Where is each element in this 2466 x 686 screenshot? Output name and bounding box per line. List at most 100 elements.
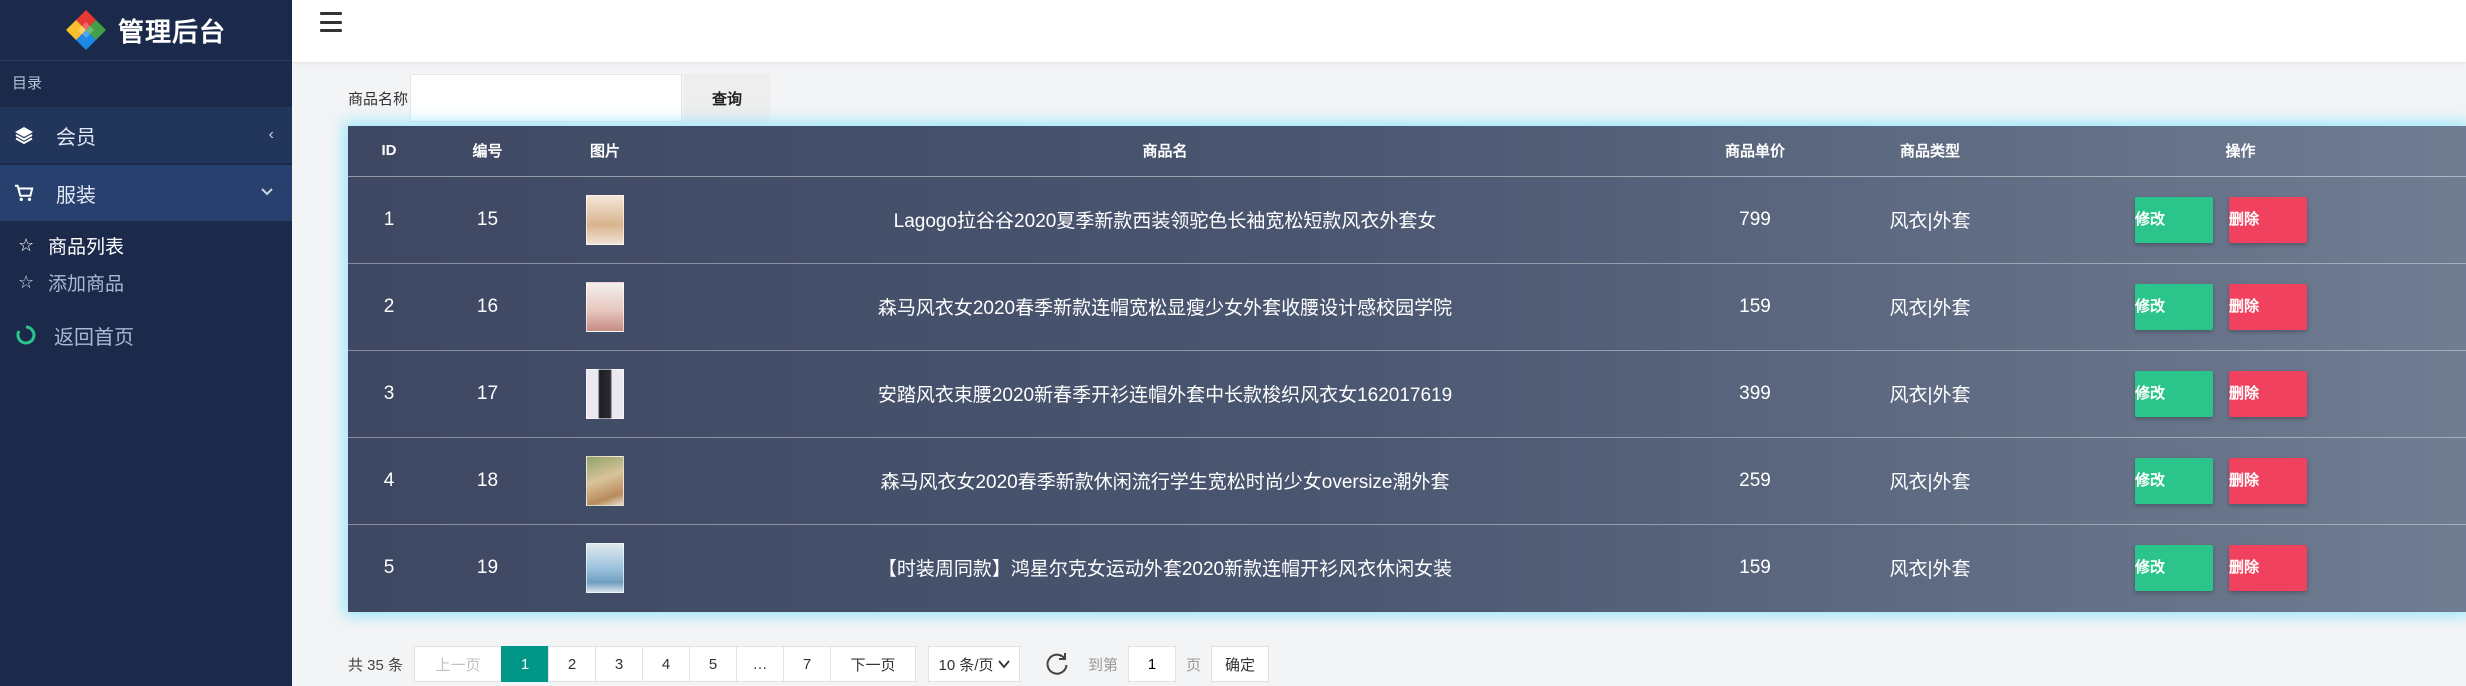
refresh-icon[interactable] — [1042, 649, 1072, 679]
sidebar-item-label: 返回首页 — [54, 326, 134, 349]
prev-page-button[interactable]: 上一页 — [414, 646, 503, 682]
product-thumbnail[interactable] — [586, 455, 624, 506]
search-input[interactable] — [410, 74, 683, 122]
refresh-ring-icon — [16, 325, 36, 345]
total-count: 共 35 条 — [348, 656, 404, 674]
brand-title: 管理后台 — [118, 16, 227, 47]
sidebar-item-label: 服装 — [56, 184, 96, 207]
cell-type: 风衣|外套 — [1889, 211, 1971, 232]
sidebar: 管理后台 目录 会员 ‹ 服装 ☆ 商品列表 ☆ 添加商品 返回首页 — [0, 0, 292, 686]
delete-button[interactable]: 删除 — [2229, 544, 2307, 591]
search-button[interactable]: 查询 — [684, 74, 771, 122]
product-thumbnail[interactable] — [586, 281, 624, 332]
chevron-left-icon: ‹ — [268, 126, 274, 143]
cell-type: 风衣|外套 — [1889, 559, 1971, 581]
table-header-row: ID 编号 图片 商品名 商品单价 商品类型 操作 — [348, 126, 2466, 177]
page-button[interactable]: 4 — [642, 646, 691, 682]
table-row: 1 15 Lagogo拉谷谷2020夏季新款西装领驼色长袖宽松短款风衣外套女 7… — [348, 176, 2466, 263]
cart-icon — [14, 183, 34, 203]
delete-button[interactable]: 删除 — [2229, 457, 2307, 504]
delete-button[interactable]: 删除 — [2229, 370, 2307, 417]
goto-label: 到第 — [1088, 656, 1119, 674]
col-price[interactable]: 商品单价 — [1665, 126, 1845, 177]
col-image[interactable]: 图片 — [545, 126, 665, 177]
confirm-button[interactable]: 确定 — [1211, 646, 1270, 682]
table-row: 5 19 【时装周同款】鸿星尔克女运动外套2020新款连帽开衫风衣休闲女装 15… — [348, 524, 2466, 611]
page-unit-label: 页 — [1186, 656, 1202, 674]
page-button[interactable]: 3 — [595, 646, 644, 682]
goto-page-input[interactable] — [1128, 646, 1177, 682]
brand-logo-icon — [66, 10, 106, 50]
cell-name: 森马风衣女2020春季新款休闲流行学生宽松时尚少女oversize潮外套 — [880, 472, 1450, 493]
col-id[interactable]: ID — [348, 126, 430, 177]
edit-button[interactable]: 修改 — [2135, 196, 2213, 243]
submenu: ☆ 商品列表 ☆ 添加商品 — [0, 221, 292, 301]
cell-no: 19 — [476, 556, 499, 578]
page-button[interactable]: 7 — [783, 646, 832, 682]
per-page-value: 10 条/页 — [938, 656, 994, 674]
search-bar: 商品名称 查询 — [348, 74, 771, 122]
edit-button[interactable]: 修改 — [2135, 457, 2213, 504]
cell-id: 3 — [383, 382, 395, 404]
search-label: 商品名称 — [348, 90, 409, 108]
sidebar-section-label: 目录 — [12, 75, 43, 92]
cell-no: 16 — [476, 295, 499, 317]
cell-no: 17 — [476, 382, 499, 404]
product-thumbnail[interactable] — [586, 194, 624, 245]
cell-id: 4 — [383, 469, 395, 491]
col-name[interactable]: 商品名 — [665, 126, 1665, 177]
edit-button[interactable]: 修改 — [2135, 283, 2213, 330]
sidebar-item-home[interactable]: 返回首页 — [0, 313, 292, 357]
table-row: 2 16 森马风衣女2020春季新款连帽宽松显瘦少女外套收腰设计感校园学院 15… — [348, 263, 2466, 350]
star-outline-icon: ☆ — [18, 272, 35, 292]
sidebar-item-add-product[interactable]: ☆ 添加商品 — [0, 264, 292, 301]
page-ellipsis: … — [736, 646, 785, 682]
cell-no: 15 — [476, 208, 499, 230]
cell-no: 18 — [476, 469, 499, 491]
sidebar-item-clothing[interactable]: 服装 — [0, 165, 292, 221]
layers-icon — [14, 125, 34, 145]
chevron-down-icon — [260, 184, 274, 202]
cell-id: 1 — [383, 208, 395, 230]
delete-button[interactable]: 删除 — [2229, 283, 2307, 330]
topbar — [292, 0, 2466, 62]
product-thumbnail[interactable] — [586, 368, 624, 419]
sidebar-item-label: 商品列表 — [48, 237, 125, 258]
cell-id: 2 — [383, 295, 395, 317]
cell-price: 159 — [1739, 295, 1771, 317]
sidebar-item-product-list[interactable]: ☆ 商品列表 — [0, 227, 292, 264]
star-icon: ☆ — [18, 235, 35, 255]
cell-price: 399 — [1739, 382, 1771, 404]
edit-button[interactable]: 修改 — [2135, 370, 2213, 417]
edit-button[interactable]: 修改 — [2135, 544, 2213, 591]
sidebar-item-label: 添加商品 — [48, 274, 125, 295]
cell-name: Lagogo拉谷谷2020夏季新款西装领驼色长袖宽松短款风衣外套女 — [893, 211, 1437, 232]
product-thumbnail[interactable] — [586, 542, 624, 593]
brand: 管理后台 — [0, 0, 292, 61]
product-table: ID 编号 图片 商品名 商品单价 商品类型 操作 1 15 Lagogo拉谷谷… — [348, 126, 2466, 612]
col-type[interactable]: 商品类型 — [1845, 126, 2015, 177]
menu-toggle-icon[interactable] — [320, 12, 342, 32]
cell-type: 风衣|外套 — [1889, 298, 1971, 319]
cell-id: 5 — [383, 556, 395, 578]
sidebar-item-label: 会员 — [56, 126, 96, 149]
chevron-down-icon — [997, 660, 1010, 669]
table-row: 3 17 安踏风衣束腰2020新春季开衫连帽外套中长款梭织风衣女16201761… — [348, 350, 2466, 437]
delete-button[interactable]: 删除 — [2229, 196, 2307, 243]
cell-name: 森马风衣女2020春季新款连帽宽松显瘦少女外套收腰设计感校园学院 — [877, 298, 1453, 319]
per-page-select[interactable]: 10 条/页 — [928, 646, 1021, 682]
col-no[interactable]: 编号 — [430, 126, 545, 177]
sidebar-item-members[interactable]: 会员 ‹ — [0, 107, 292, 163]
page-button[interactable]: 2 — [548, 646, 597, 682]
pagination: 共 35 条 上一页 1 2 3 4 5 … 7 下一页 10 条/页 到第 页… — [348, 646, 1270, 682]
table-row: 4 18 森马风衣女2020春季新款休闲流行学生宽松时尚少女oversize潮外… — [348, 437, 2466, 524]
cell-type: 风衣|外套 — [1889, 385, 1971, 406]
page-button[interactable]: 1 — [501, 646, 550, 682]
page-button[interactable]: 5 — [689, 646, 738, 682]
cell-price: 799 — [1739, 208, 1771, 230]
cell-type: 风衣|外套 — [1889, 472, 1971, 493]
cell-name: 安踏风衣束腰2020新春季开衫连帽外套中长款梭织风衣女162017619 — [877, 385, 1453, 406]
cell-price: 259 — [1739, 469, 1771, 491]
col-actions: 操作 — [2015, 126, 2466, 177]
next-page-button[interactable]: 下一页 — [830, 646, 917, 682]
